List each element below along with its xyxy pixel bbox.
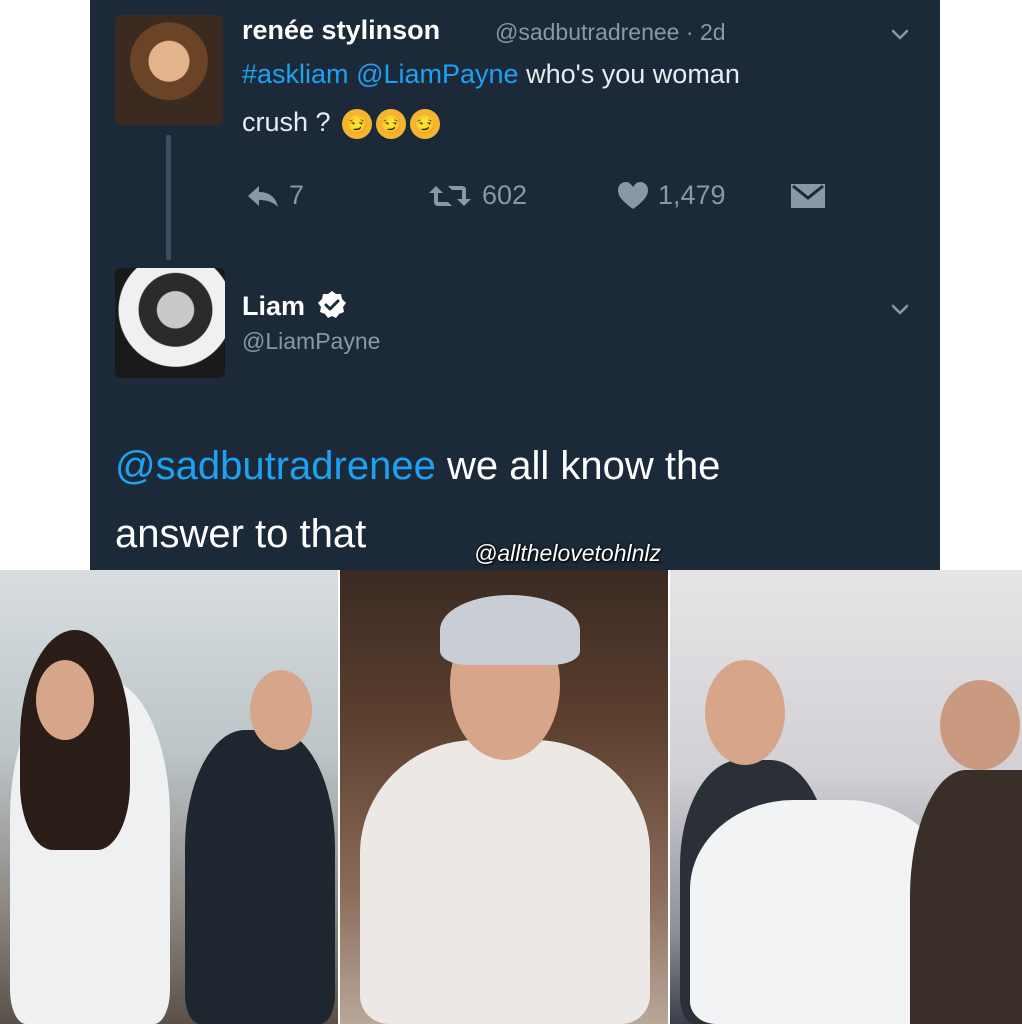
tweet1-separator: · — [685, 19, 694, 45]
tweet2-handle[interactable]: @LiamPayne — [242, 328, 380, 355]
retweet-icon — [429, 185, 471, 206]
smirk-emoji-icon: 😏 — [410, 108, 441, 139]
figure-face — [250, 670, 312, 750]
collage-photo-left — [0, 570, 338, 1024]
reply-count: 7 — [289, 180, 305, 210]
tweet2-author-row: Liam — [242, 290, 347, 322]
tweet2-text-line1: @sadbutradrenee we all know the — [115, 432, 925, 500]
envelope-icon[interactable] — [790, 182, 826, 210]
like-count: 1,479 — [658, 180, 726, 210]
tweet1-handle-row: @sadbutradrenee · 2d — [495, 19, 726, 46]
figure-face — [705, 660, 785, 765]
verified-badge-icon — [317, 291, 346, 318]
like-action[interactable]: 1,479 — [616, 180, 726, 211]
tweet2-text: we all know the — [446, 444, 721, 488]
tweet1-author-name[interactable]: renée stylinson — [242, 15, 440, 46]
figure-white-shirt — [360, 740, 650, 1024]
watermark-text: @allthelovetohlnlz — [474, 540, 662, 566]
figure-jacket — [185, 730, 335, 1024]
mention-sadbutradrenee[interactable]: @sadbutradrenee — [115, 444, 436, 488]
tweet-thread-panel: renée stylinson @sadbutradrenee · 2d #as… — [90, 0, 940, 570]
collage-photo-middle — [340, 570, 668, 1024]
figure-dark-hair — [910, 770, 1022, 1024]
retweet-action[interactable]: 602 — [426, 180, 527, 211]
tweet2-author-name[interactable]: Liam — [242, 291, 305, 321]
mention-liampayne[interactable]: @LiamPayne — [356, 59, 519, 89]
figure-face — [940, 680, 1020, 770]
heart-icon — [618, 181, 648, 209]
smirk-emoji-icon: 😏 — [376, 108, 407, 139]
avatar-renee[interactable] — [115, 15, 223, 125]
collage-photo-right — [670, 570, 1022, 1024]
tweet1-text-cont: crush ? — [242, 107, 331, 137]
chevron-down-icon[interactable] — [890, 300, 910, 320]
figure-face — [36, 660, 94, 740]
avatar-liam[interactable] — [115, 268, 225, 378]
tweet1-time[interactable]: 2d — [700, 19, 726, 45]
tweet1-text-line2: crush ? 😏 😏 😏 — [242, 98, 441, 146]
chevron-down-icon[interactable] — [890, 25, 910, 45]
retweet-count: 602 — [482, 180, 528, 210]
reply-action[interactable]: 7 — [245, 180, 304, 211]
smirk-emoji-icon: 😏 — [342, 108, 373, 139]
hashtag-askliam[interactable]: #askliam — [242, 59, 349, 89]
thread-connector-line — [166, 135, 171, 260]
tweet1-handle[interactable]: @sadbutradrenee — [495, 19, 679, 45]
tweet1-text-line1: #askliam @LiamPayne who's you woman — [242, 50, 740, 98]
figure-headscarf — [440, 595, 580, 665]
tweet1-text: who's you woman — [526, 59, 740, 89]
reply-icon — [248, 185, 278, 207]
